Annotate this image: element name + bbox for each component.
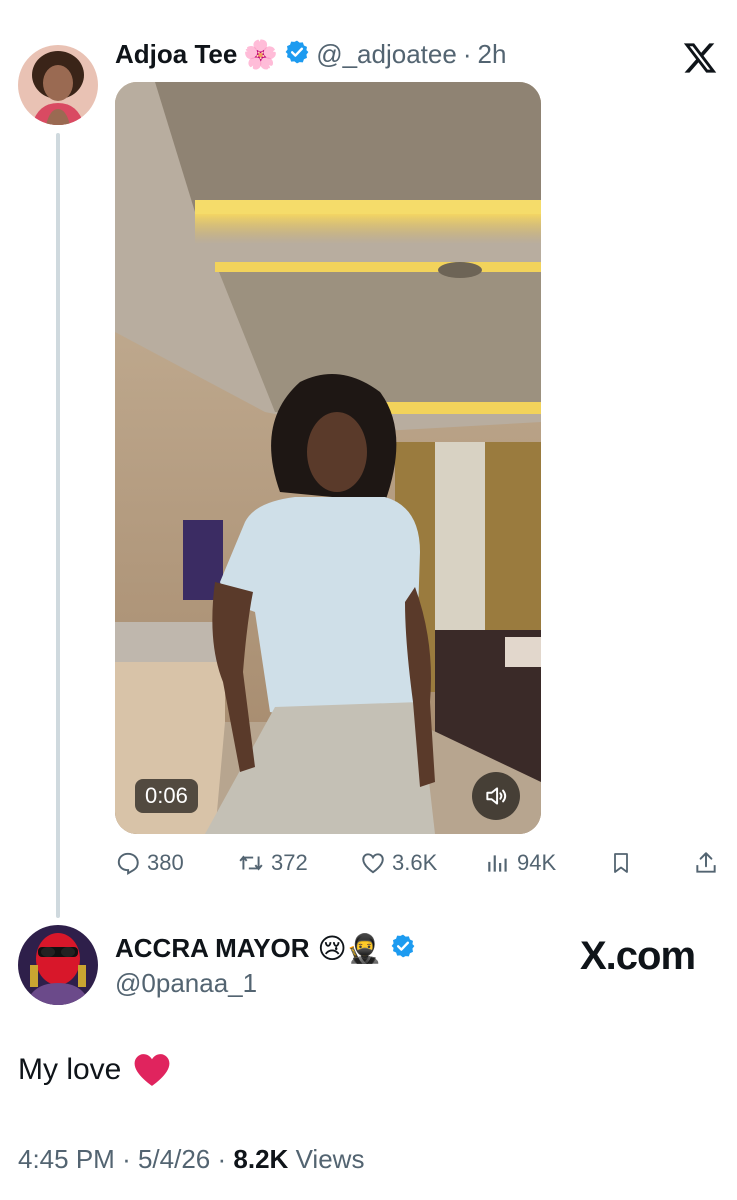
- view-count: 94K: [517, 850, 557, 875]
- avatar[interactable]: [18, 45, 98, 125]
- repost-button[interactable]: 372: [237, 850, 308, 876]
- reply-handle[interactable]: @0panaa_1: [115, 968, 257, 999]
- reply-author-name[interactable]: ACCRA MAYOR: [115, 933, 310, 964]
- separator-dot: ·: [462, 39, 472, 69]
- bookmark-icon: [614, 853, 628, 873]
- xcom-watermark: X.com: [580, 934, 696, 979]
- separator-dot: ·: [122, 1144, 131, 1174]
- reply-time[interactable]: 4:45 PM: [18, 1144, 115, 1174]
- flower-emoji: 🌸: [243, 38, 279, 71]
- reply-text: My love: [18, 1052, 171, 1088]
- reply-header: ACCRA MAYOR 😢🥷: [115, 932, 416, 965]
- share-icon: [696, 852, 716, 873]
- reply-icon: [117, 852, 139, 876]
- repost-count: 372: [271, 850, 308, 875]
- reply-text-content: My love: [18, 1053, 122, 1086]
- avatar[interactable]: [18, 925, 98, 1005]
- author-handle[interactable]: @_adjoatee: [316, 39, 457, 70]
- thread-line: [56, 133, 60, 918]
- mute-button[interactable]: [472, 772, 520, 820]
- red-heart-icon: [134, 1054, 170, 1086]
- bookmark-button[interactable]: [609, 850, 633, 876]
- like-button[interactable]: 3.6K: [360, 850, 437, 876]
- post-time[interactable]: 2h: [478, 39, 507, 70]
- reply-author-emojis: 😢🥷: [317, 932, 382, 965]
- verified-badge-icon: [284, 39, 310, 70]
- reply-count: 380: [147, 850, 184, 875]
- video-timestamp: 0:06: [135, 779, 198, 813]
- action-bar: 380 372 3.6K 94K: [115, 850, 720, 886]
- reply-meta: 4:45 PM · 5/4/26 · 8.2K Views: [18, 1144, 364, 1175]
- site-text: X.com: [580, 934, 696, 978]
- verified-badge-icon: [390, 933, 416, 964]
- video-player[interactable]: 0:06: [115, 82, 541, 834]
- heart-icon: [362, 853, 384, 874]
- post-header: Adjoa Tee 🌸 @_adjoatee · 2h: [115, 38, 506, 71]
- reply-views-count: 8.2K: [233, 1144, 289, 1174]
- reply-views-label: Views: [295, 1144, 365, 1174]
- reply-button[interactable]: 380: [115, 850, 184, 876]
- reply-date[interactable]: 5/4/26: [138, 1144, 210, 1174]
- separator-dot: ·: [217, 1144, 227, 1174]
- repost-icon: [239, 855, 263, 871]
- x-logo-icon: [682, 40, 718, 81]
- video-frame: [115, 82, 541, 834]
- views-button[interactable]: 94K: [485, 850, 556, 876]
- speaker-icon: [486, 787, 507, 805]
- like-count: 3.6K: [392, 850, 438, 875]
- share-button[interactable]: [693, 850, 719, 876]
- author-name[interactable]: Adjoa Tee: [115, 39, 237, 70]
- analytics-icon: [488, 855, 507, 872]
